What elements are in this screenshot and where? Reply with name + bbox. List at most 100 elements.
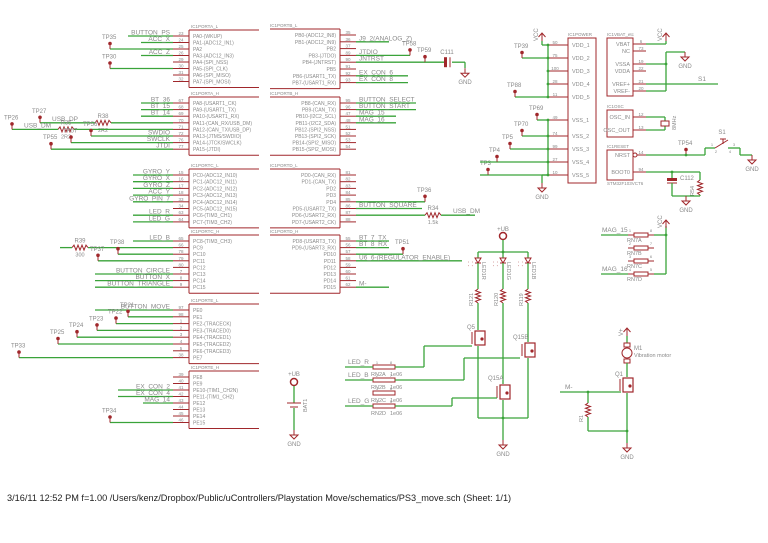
pin-name: PB8-(CAN_RX) xyxy=(301,101,336,107)
resistor-network-icon xyxy=(372,364,396,370)
q15a-fet-icon-body-icon xyxy=(505,391,509,395)
pin-number: 69 xyxy=(178,111,184,116)
pin-name: PA2 xyxy=(193,47,202,53)
pin-name: PE1 xyxy=(193,315,203,321)
pin-number: 3 xyxy=(180,332,183,337)
pin-number: 75 xyxy=(552,53,558,58)
pin-name: PD6-(USART2_RX) xyxy=(292,213,336,219)
junction-dot xyxy=(625,429,629,433)
pin-name: VBAT xyxy=(616,42,631,48)
pin-number: 81 xyxy=(345,170,351,175)
q15b-fet-icon xyxy=(524,342,536,358)
resistor-icon xyxy=(696,179,704,196)
pin-name: PE9 xyxy=(193,382,203,388)
net-label: LED_B xyxy=(348,372,369,379)
pin-name: PB4-(JNTRST) xyxy=(302,60,336,66)
testpoint-icon xyxy=(108,415,112,419)
pin-name: PB2 xyxy=(327,47,337,53)
testpoint-icon xyxy=(508,141,512,146)
resistor-icon xyxy=(523,288,533,304)
pin-name: VDD_4 xyxy=(572,82,590,88)
pin-name: PE13 xyxy=(193,408,205,414)
pin-name: VREF+ xyxy=(612,82,630,88)
resistor-icon xyxy=(473,288,483,304)
q15a-fet-icon xyxy=(499,384,511,400)
pin-name: PA13-(JTMS/SWDIO) xyxy=(193,134,242,140)
pin-number: 60 xyxy=(345,269,351,274)
pin-number: 92 xyxy=(345,71,351,76)
pin-name: VDD_1 xyxy=(572,43,590,49)
pin-name: PC2-(ADC12_IN12) xyxy=(193,186,238,192)
motor-terminal xyxy=(623,358,631,364)
pin-number: 68 xyxy=(178,105,184,110)
resistor-network-icon xyxy=(633,245,649,251)
resistor-network-icon xyxy=(633,232,649,238)
resistor-label: R35 xyxy=(60,120,72,126)
pin-number: 28 xyxy=(552,79,558,84)
junction-dot xyxy=(501,416,505,420)
ground-label: GND xyxy=(535,195,549,201)
testpoint-label: TP54 xyxy=(678,141,693,147)
pin-name: PD10 xyxy=(323,252,336,258)
testpoint-label: TP55 xyxy=(43,135,58,141)
pin-name: PA6-(SPI_MISO) xyxy=(193,73,231,79)
pin-name: OSC_IN xyxy=(610,115,631,121)
pin-name: PA0-(WKUP) xyxy=(193,34,222,40)
pin-number: 39 xyxy=(178,372,184,377)
ic-title: IC1PORTC_H xyxy=(191,229,219,234)
pin-number: 78 xyxy=(178,249,184,254)
pin-name: PA14-(JTCK/SWCLK) xyxy=(193,141,242,147)
q5-fet-icon xyxy=(474,330,486,346)
ground-icon xyxy=(288,434,300,440)
pin-name: PA8-(USART1_CK) xyxy=(193,101,237,107)
testpoint-label: TP35 xyxy=(102,35,117,41)
pin-name: VSS_5 xyxy=(572,173,589,179)
pin-number: 93 xyxy=(345,78,351,83)
pin-number: 8 xyxy=(180,276,183,281)
pin-number: 82 xyxy=(345,177,351,182)
pin-name: PE0 xyxy=(193,308,203,314)
net-label: S1 xyxy=(698,76,706,83)
pin-name: VDD_5 xyxy=(572,95,590,101)
net-label: MAG_14 xyxy=(144,397,170,404)
pin-number: 16 xyxy=(178,177,184,182)
testpoint-icon xyxy=(423,54,427,59)
junction-dot xyxy=(670,170,674,174)
pin-number: 47 xyxy=(345,111,351,116)
testpoint-icon xyxy=(69,135,73,139)
ground-icon xyxy=(746,159,758,165)
pin-number: 89 xyxy=(345,50,351,55)
q1-fet-icon-body-icon xyxy=(628,384,632,388)
pin-number: 23 xyxy=(178,31,184,36)
pin-number: 98 xyxy=(178,312,184,317)
inverted-input-icon xyxy=(632,152,638,158)
ic-title: IC1PORTE_L xyxy=(191,298,219,303)
pin-name: PB15-(SPI2_MOSI) xyxy=(292,147,336,153)
q15b-fet-icon-body-icon xyxy=(530,349,534,353)
pin-number: 65 xyxy=(178,236,184,241)
pin-number: 57 xyxy=(345,249,351,254)
ic-title: IC1POWER xyxy=(568,32,593,37)
testpoint-label: TP58 xyxy=(402,41,417,47)
pin-name: PE8 xyxy=(193,375,203,381)
testpoint-icon xyxy=(495,154,499,159)
pin-number: 7 xyxy=(180,269,183,274)
pin-number: 59 xyxy=(345,262,351,267)
net-label: BUTTON_SQUARE xyxy=(359,202,417,209)
testpoint-icon xyxy=(108,41,112,46)
pin-number: 6 xyxy=(650,254,653,259)
pin-name: PC6-(TIM3_CH1) xyxy=(193,213,232,219)
testpoint-label: TP69 xyxy=(529,106,544,112)
resistor-label: R38 xyxy=(97,114,109,120)
pin-number: 80 xyxy=(178,262,184,267)
resistor-label: R121 xyxy=(469,293,475,306)
pin-name: PC9 xyxy=(193,246,203,252)
pin-number: 1 xyxy=(629,228,632,233)
ground-label: GND xyxy=(458,80,472,86)
pin-name: PB6-(USART1_TX) xyxy=(293,74,337,80)
pin-number: 7 xyxy=(650,241,653,246)
pin-number: 62 xyxy=(345,282,351,287)
battery-label: BAT1 xyxy=(303,399,309,412)
pin-name: PE11-(TIM1_CH2) xyxy=(193,395,234,401)
ground-icon xyxy=(679,56,691,62)
